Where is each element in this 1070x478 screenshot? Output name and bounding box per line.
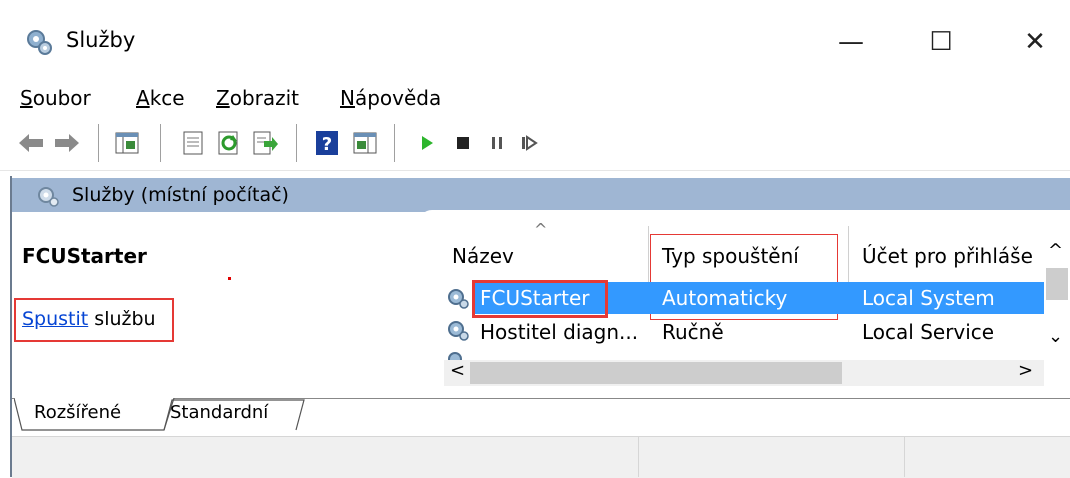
startup-type-cell[interactable]: Automaticky	[662, 286, 787, 310]
maximize-button[interactable]: ☐	[916, 20, 966, 64]
toolbar-separator	[160, 124, 161, 162]
stop-icon[interactable]	[448, 128, 478, 158]
play-icon[interactable]	[412, 128, 442, 158]
status-bar	[12, 436, 1070, 478]
pause-icon[interactable]	[482, 128, 512, 158]
console-tree-icon[interactable]	[112, 128, 142, 158]
close-button[interactable]: ✕	[1010, 20, 1060, 64]
menu-file[interactable]: Soubor	[20, 86, 91, 110]
column-divider	[848, 226, 849, 282]
services-gear-icon	[27, 30, 52, 55]
service-name-highlight	[472, 280, 608, 318]
back-arrow-icon[interactable]	[16, 128, 46, 158]
menu-view[interactable]: Zobrazit	[216, 86, 299, 110]
svg-text:?: ?	[322, 134, 332, 155]
tab-standard[interactable]: Standardní	[170, 402, 268, 423]
sort-indicator: ^	[534, 220, 548, 239]
toolbar-separator	[394, 124, 395, 162]
service-gear-icon	[448, 352, 462, 360]
show-hide-action-pane-icon[interactable]	[350, 128, 380, 158]
toolbar-separator	[296, 124, 297, 162]
column-header-logon-account[interactable]: Účet pro přihláše	[862, 244, 1033, 268]
start-service-text: Spustit službu	[22, 308, 156, 330]
refresh-icon[interactable]	[214, 128, 244, 158]
status-divider	[904, 436, 905, 477]
column-header-name[interactable]: Název	[452, 244, 514, 268]
logon-account-cell[interactable]: Local Service	[862, 320, 994, 344]
horizontal-scroll-thumb[interactable]	[470, 362, 842, 384]
forward-arrow-icon[interactable]	[52, 128, 82, 158]
logon-account-cell[interactable]: Local System	[862, 286, 995, 310]
startup-type-cell[interactable]: Ručně	[662, 320, 724, 344]
properties-icon[interactable]	[178, 128, 208, 158]
title-bar	[0, 0, 1070, 82]
scroll-down-button[interactable]: ⌄	[1048, 326, 1063, 347]
service-gear-icon	[448, 289, 469, 309]
service-name-cell[interactable]: Hostitel diagn...	[480, 320, 638, 344]
start-service-link[interactable]: Spustit	[22, 308, 88, 330]
export-list-icon[interactable]	[250, 128, 280, 158]
status-divider	[638, 436, 639, 477]
services-gear-icon	[38, 187, 59, 207]
scroll-up-button[interactable]: ^	[1048, 240, 1063, 261]
help-icon[interactable]: ?	[312, 128, 342, 158]
window-title: Služby	[66, 28, 136, 52]
scroll-left-button[interactable]: <	[450, 360, 465, 381]
scope-header-title: Služby (místní počítač)	[72, 184, 289, 206]
vertical-scroll-thumb[interactable]	[1046, 268, 1068, 300]
scroll-right-button[interactable]: >	[1018, 360, 1033, 381]
red-dot-marker	[228, 277, 231, 280]
column-divider	[648, 226, 649, 282]
toolbar-separator	[98, 124, 99, 162]
menu-help[interactable]: Nápověda	[340, 86, 441, 110]
minimize-button[interactable]: —	[826, 20, 876, 64]
tab-extended[interactable]: Rozšířené	[34, 402, 121, 423]
menu-action[interactable]: Akce	[136, 86, 185, 110]
service-gear-icon	[448, 321, 469, 341]
selected-service-name: FCUStarter	[22, 244, 147, 268]
restart-icon[interactable]	[514, 128, 544, 158]
